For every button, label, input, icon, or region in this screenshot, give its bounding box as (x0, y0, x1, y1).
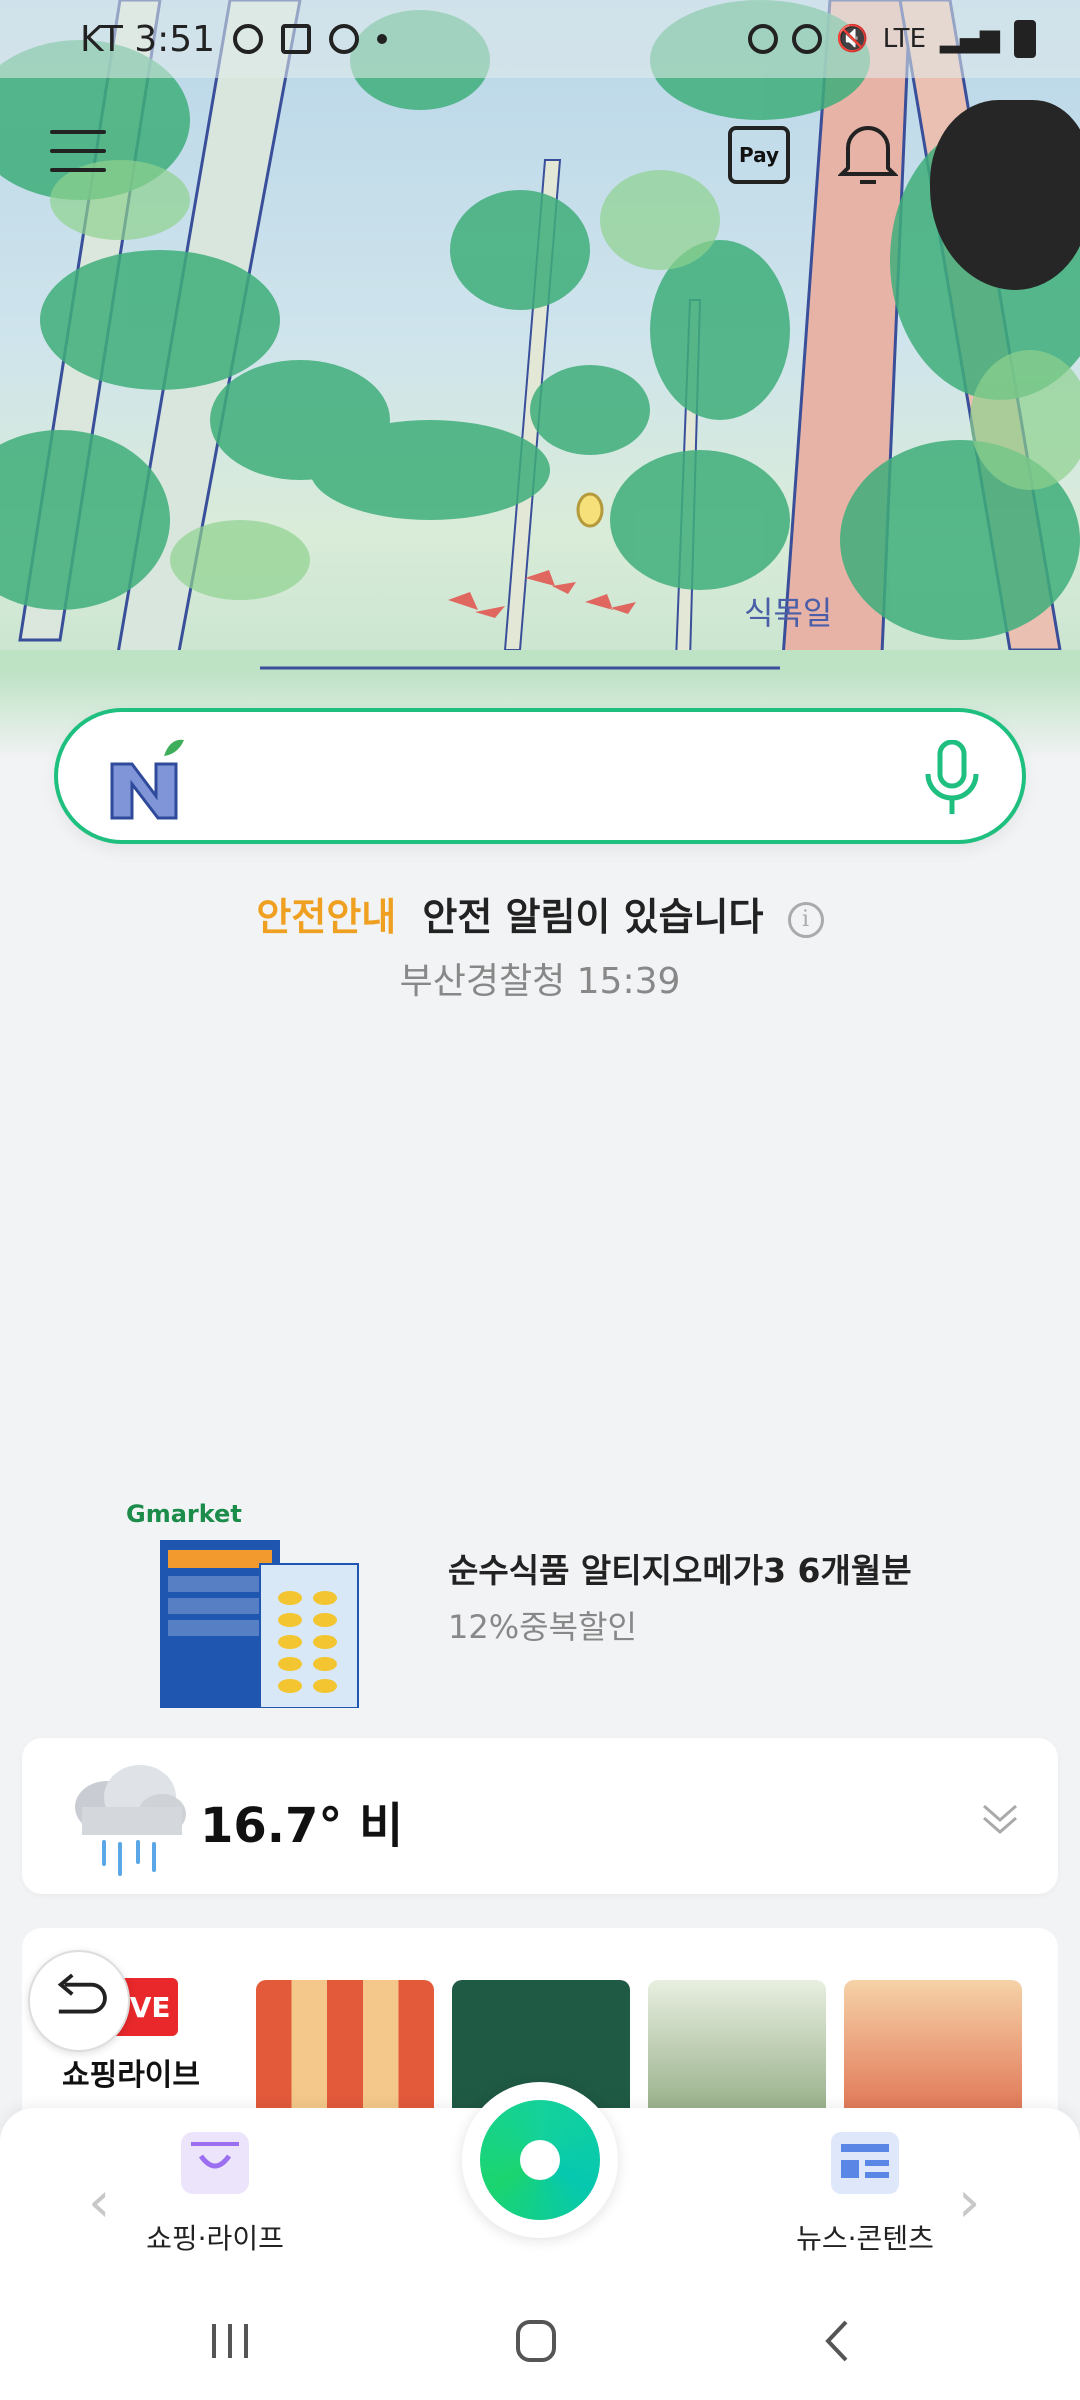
more-notifications-icon (377, 34, 388, 44)
alarm-icon (792, 24, 823, 54)
product-image (160, 1540, 359, 1708)
notice-source: 부산경찰청 15:39 (399, 961, 681, 1002)
ad-banner[interactable]: Gmarket 순수식품 알티지오메가3 6개월분 12%중복할인 (120, 1500, 1000, 1720)
recent-apps-icon[interactable] (200, 2316, 260, 2366)
pay-label: Pay (738, 143, 780, 167)
chevron-down-icon[interactable] (978, 1796, 1022, 1840)
refresh-icon[interactable] (28, 1950, 130, 2052)
notice-tag: 안전안내 (256, 895, 397, 939)
dock-right-label: 뉴스·콘텐츠 (796, 2222, 934, 2255)
sync-icon (233, 24, 264, 54)
system-nav-bar (0, 2276, 1080, 2400)
green-dot-center (520, 2140, 560, 2180)
forest-illustration (0, 0, 1080, 760)
menu-button[interactable] (50, 130, 106, 180)
status-bar: KT 3:51 🔇 LTE ▂▄▆ (0, 0, 1080, 78)
battery-icon (1014, 20, 1036, 58)
next-arrow-icon[interactable]: › (958, 2170, 980, 2235)
android-icon (748, 24, 779, 54)
weather-summary: 16.7° 비 (200, 1798, 404, 1854)
ad-subtitle: 12%중복할인 (448, 1608, 637, 1646)
hamburger-line (50, 149, 106, 153)
weather-card[interactable]: 16.7° 비 (22, 1738, 1058, 1894)
pay-button[interactable]: Pay (728, 126, 790, 184)
ad-brand: Gmarket (126, 1500, 242, 1528)
shopping-live-label[interactable]: 쇼핑라이브 (62, 2050, 200, 2094)
news-icon (831, 2132, 899, 2194)
rain-cloud-icon (75, 1765, 186, 1876)
home-icon[interactable] (506, 2316, 566, 2366)
dock-news-content[interactable]: 뉴스·콘텐츠 (790, 2130, 940, 2257)
naver-logo-icon (110, 739, 184, 820)
globe-icon (329, 24, 360, 54)
safety-notice[interactable]: 안전안내 안전 알림이 있습니다 i (0, 886, 1080, 941)
dock-left-label: 쇼핑·라이프 (146, 2222, 284, 2255)
prev-arrow-icon[interactable]: ‹ (88, 2170, 110, 2235)
signal-icon: ▂▄▆ (940, 24, 1000, 54)
back-icon[interactable] (808, 2316, 868, 2366)
carrier-time: KT 3:51 (80, 18, 216, 60)
green-dot-button[interactable] (462, 2082, 618, 2238)
hamburger-line (50, 130, 106, 134)
ad-title: 순수식품 알티지오메가3 6개월분 (448, 1551, 912, 1590)
lock-icon (281, 24, 312, 54)
notice-message: 안전 알림이 있습니다 (422, 895, 764, 939)
shopping-bag-icon (181, 2132, 249, 2194)
network-label: LTE (882, 24, 926, 54)
hero-illustration (0, 0, 1080, 760)
mute-icon: 🔇 (836, 24, 869, 54)
bell-icon[interactable] (838, 120, 898, 186)
search-bar[interactable] (54, 708, 1026, 844)
info-icon[interactable]: i (787, 902, 824, 938)
hero-caption[interactable]: 식목일 (744, 588, 832, 634)
hamburger-line (50, 168, 106, 172)
dock-shopping-life[interactable]: 쇼핑·라이프 (140, 2130, 290, 2257)
mic-icon[interactable] (922, 740, 982, 818)
